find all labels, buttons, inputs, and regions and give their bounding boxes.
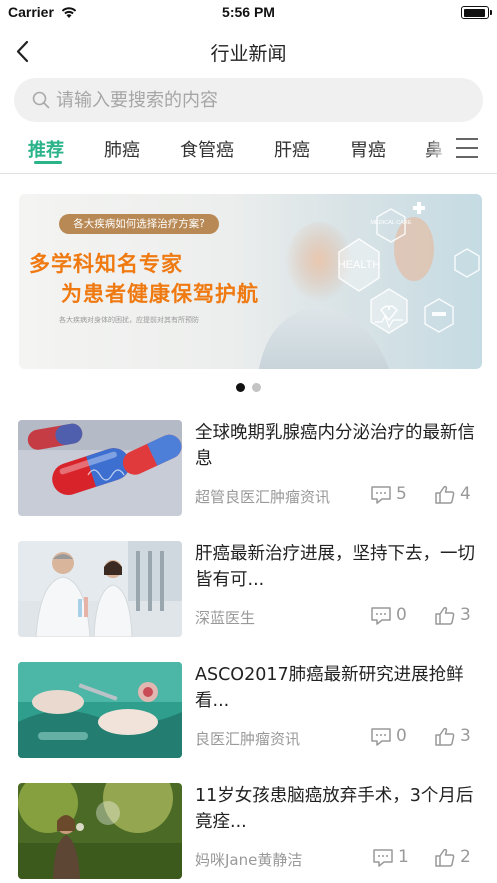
banner-headline-1: 多学科知名专家 [29, 252, 183, 276]
search-input[interactable] [56, 78, 476, 122]
news-title: 肝癌最新治疗进展，坚持下去，一切皆有可... [195, 544, 475, 590]
news-item[interactable]: 11岁女孩患脑癌放弃手术，3个月后竟痊... 妈咪Jane黄静洁 1 2 [0, 783, 497, 883]
news-title: 11岁女孩患脑癌放弃手术，3个月后竟痊... [195, 786, 474, 832]
banner-pagination [0, 383, 497, 393]
page-title: 行业新闻 [210, 43, 287, 65]
battery-icon [461, 6, 492, 19]
news-title: ASCO2017肺癌最新研究进展抢鲜看... [195, 665, 464, 711]
news-thumbnail [18, 541, 182, 637]
banner-pill: 各大疾病如何选择治疗方案? [59, 214, 219, 234]
news-thumbnail [18, 420, 182, 516]
news-item[interactable]: 肝癌最新治疗进展，坚持下去，一切皆有可... 深蓝医生 0 3 [0, 541, 497, 651]
news-item[interactable]: 全球晚期乳腺癌内分泌治疗的最新信息 超管良医汇肿瘤资讯 5 4 [0, 420, 497, 530]
comment-count-value: 1 [398, 847, 409, 867]
banner-art-health-label: HEALTH [338, 259, 381, 271]
comment-icon [371, 607, 391, 625]
news-source: 深蓝医生 [195, 609, 256, 627]
search-bar[interactable] [14, 78, 483, 122]
pagination-dot-active[interactable] [236, 383, 245, 392]
news-title: 全球晚期乳腺癌内分泌治疗的最新信息 [195, 423, 475, 469]
status-bar: Carrier 5:56 PM [0, 0, 497, 26]
comment-count-value: 0 [396, 726, 407, 746]
like-count-value: 3 [460, 605, 471, 625]
active-tab-indicator [34, 161, 62, 164]
thumbs-up-icon [435, 606, 455, 625]
thumbs-up-icon [435, 848, 455, 867]
comment-icon [371, 728, 391, 746]
tab-lung-cancer[interactable]: 肺癌 [104, 136, 140, 162]
tab-liver-cancer[interactable]: 肝癌 [274, 136, 310, 162]
search-icon [32, 91, 50, 109]
news-item[interactable]: ASCO2017肺癌最新研究进展抢鲜看... 良医汇肿瘤资讯 0 3 [0, 662, 497, 772]
category-tabs: 推荐 肺癌 食管癌 肝癌 胃癌 鼻 [0, 126, 497, 174]
news-thumbnail [18, 783, 182, 879]
comment-count-value: 0 [396, 605, 407, 625]
navigation-bar: 行业新闻 [0, 26, 497, 76]
like-count-value: 4 [460, 484, 471, 504]
tab-esophageal-cancer[interactable]: 食管癌 [180, 136, 234, 162]
hamburger-menu-icon [456, 138, 478, 158]
news-thumbnail [18, 662, 182, 758]
tab-recommended[interactable]: 推荐 [28, 136, 64, 162]
tab-stomach-cancer[interactable]: 胃癌 [350, 136, 386, 162]
banner-caption: 各大疾病对身体的困扰，应提前对其有所预防 [59, 316, 199, 324]
news-source: 超管良医汇肿瘤资讯 [195, 488, 331, 506]
like-count-value: 2 [460, 847, 471, 867]
news-source: 良医汇肿瘤资讯 [195, 730, 301, 748]
thumbs-up-icon [435, 727, 455, 746]
comment-icon [373, 849, 393, 867]
tabs-menu-button[interactable] [449, 126, 497, 173]
like-count-value: 3 [460, 726, 471, 746]
pagination-dot[interactable] [252, 383, 261, 392]
comment-icon [371, 486, 391, 504]
thumbs-up-icon [435, 485, 455, 504]
banner-art-medical-care-label: MEDICAL CARE [370, 220, 411, 226]
clock: 5:56 PM [222, 4, 275, 20]
news-source: 妈咪Jane黄静洁 [195, 851, 303, 869]
banner-doctor-hologram-image: HEALTH MEDICAL CARE [259, 202, 480, 369]
promo-banner[interactable]: 各大疾病如何选择治疗方案? 多学科知名专家 为患者健康保驾护航 各大疾病对身体的… [19, 194, 482, 369]
comment-count-value: 5 [396, 484, 407, 504]
